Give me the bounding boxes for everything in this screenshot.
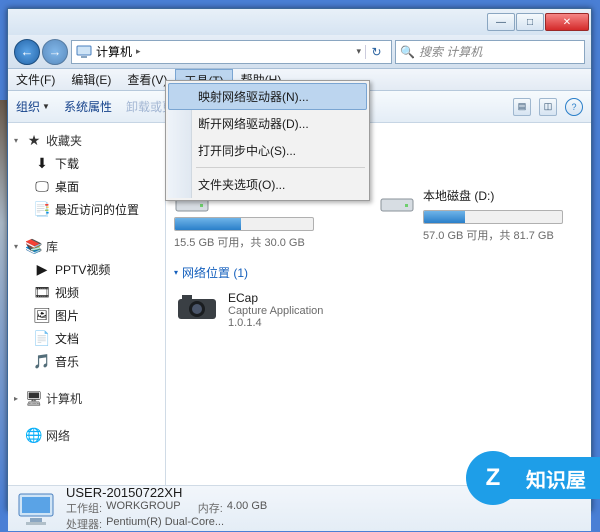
refresh-button[interactable]: ↻: [365, 45, 387, 59]
address-bar[interactable]: 计算机 ▸ ▾ ↻: [71, 40, 392, 64]
cpu-value: Pentium(R) Dual-Core...: [106, 516, 224, 532]
nav-downloads[interactable]: ⬇下载: [12, 152, 161, 175]
search-icon: 🔍: [400, 45, 415, 59]
documents-icon: 📄: [34, 331, 50, 347]
computer-icon: [16, 491, 56, 527]
computer-icon: [76, 44, 92, 60]
navbar: ← → 计算机 ▸ ▾ ↻ 🔍 搜索 计算机: [8, 35, 591, 69]
menu-file[interactable]: 文件(F): [8, 69, 63, 90]
search-placeholder: 搜索 计算机: [419, 43, 482, 60]
organize-button[interactable]: 组织 ▼: [16, 98, 50, 115]
menu-edit[interactable]: 编辑(E): [63, 69, 119, 90]
nav-pane: ▾★收藏夹 ⬇下载 🖵桌面 📑最近访问的位置 ▾📚库 ▶PPTV视频 🎞视频 🖼…: [8, 123, 166, 485]
chevron-down-icon: ▾: [174, 268, 178, 277]
video-icon: 🎞: [34, 285, 50, 301]
drive-c-info: 15.5 GB 可用，共 30.0 GB: [174, 231, 369, 250]
netloc-ecap[interactable]: ECap Capture Application 1.0.1.4: [174, 287, 583, 333]
minimize-button[interactable]: —: [487, 13, 515, 31]
video-icon: ▶: [34, 262, 50, 278]
watermark-badge: Z 知识屋: [466, 451, 600, 505]
netloc-desc: Capture Application: [228, 305, 323, 317]
memory-label: 内存:: [198, 500, 223, 516]
libraries-icon: 📚: [26, 239, 42, 255]
maximize-button[interactable]: □: [516, 13, 544, 31]
music-icon: 🎵: [34, 354, 50, 370]
view-mode-button[interactable]: ▤: [513, 98, 531, 116]
network-icon: 🌐: [26, 428, 42, 444]
nav-videos[interactable]: 🎞视频: [12, 281, 161, 304]
nav-desktop[interactable]: 🖵桌面: [12, 175, 161, 198]
computer-icon: 🖥: [26, 391, 42, 407]
star-icon: ★: [26, 133, 42, 149]
history-dropdown-icon[interactable]: ▾: [356, 46, 361, 57]
forward-button[interactable]: →: [42, 39, 68, 65]
netloc-name: ECap: [228, 291, 323, 305]
drive-d[interactable]: 本地磁盘 (D:) 57.0 GB 可用，共 81.7 GB: [379, 187, 574, 250]
menu-map-network-drive[interactable]: 映射网络驱动器(N)...: [168, 83, 367, 110]
recent-icon: 📑: [34, 202, 50, 218]
camera-icon: [176, 291, 218, 323]
desktop-icon: 🖵: [34, 179, 50, 195]
network-group[interactable]: 🌐网络: [12, 424, 161, 447]
help-icon[interactable]: ?: [565, 98, 583, 116]
search-input[interactable]: 🔍 搜索 计算机: [395, 40, 585, 64]
titlebar: — □ ✕: [8, 9, 591, 35]
cpu-label: 处理器:: [66, 516, 102, 532]
drive-icon: [379, 187, 415, 215]
preview-pane-button[interactable]: ◫: [539, 98, 557, 116]
close-button[interactable]: ✕: [545, 13, 589, 31]
network-locations-group[interactable]: ▾ 网络位置 (1): [174, 264, 583, 281]
menu-folder-options[interactable]: 文件夹选项(O)...: [168, 171, 367, 198]
netloc-version: 1.0.1.4: [228, 317, 323, 329]
memory-value: 4.00 GB: [227, 500, 267, 516]
nav-music[interactable]: 🎵音乐: [12, 350, 161, 373]
nav-pptv[interactable]: ▶PPTV视频: [12, 258, 161, 281]
nav-documents[interactable]: 📄文档: [12, 327, 161, 350]
breadcrumb-arrow-icon[interactable]: ▸: [136, 46, 141, 57]
address-text: 计算机: [96, 43, 132, 60]
hostname: USER-20150722XH: [66, 485, 267, 500]
view-controls: ▤ ◫ ?: [513, 98, 583, 116]
nav-pictures[interactable]: 🖼图片: [12, 304, 161, 327]
downloads-icon: ⬇: [34, 156, 50, 172]
pictures-icon: 🖼: [34, 308, 50, 324]
workgroup-value: WORKGROUP: [106, 500, 181, 516]
drive-d-info: 57.0 GB 可用，共 81.7 GB: [423, 224, 574, 243]
system-properties-button[interactable]: 系统属性: [64, 98, 112, 115]
back-button[interactable]: ←: [14, 39, 40, 65]
computer-group[interactable]: ▸🖥计算机: [12, 387, 161, 410]
tools-menu-dropdown: 映射网络驱动器(N)... 断开网络驱动器(D)... 打开同步中心(S)...…: [165, 80, 370, 201]
favorites-group[interactable]: ▾★收藏夹: [12, 129, 161, 152]
menu-separator: [196, 167, 365, 168]
menu-disconnect-drive[interactable]: 断开网络驱动器(D)...: [168, 110, 367, 137]
workgroup-label: 工作组:: [66, 500, 102, 516]
menu-sync-center[interactable]: 打开同步中心(S)...: [168, 137, 367, 164]
nav-recent[interactable]: 📑最近访问的位置: [12, 198, 161, 221]
watermark-icon: Z: [466, 451, 520, 505]
drive-d-label: 本地磁盘 (D:): [423, 187, 574, 208]
libraries-group[interactable]: ▾📚库: [12, 235, 161, 258]
